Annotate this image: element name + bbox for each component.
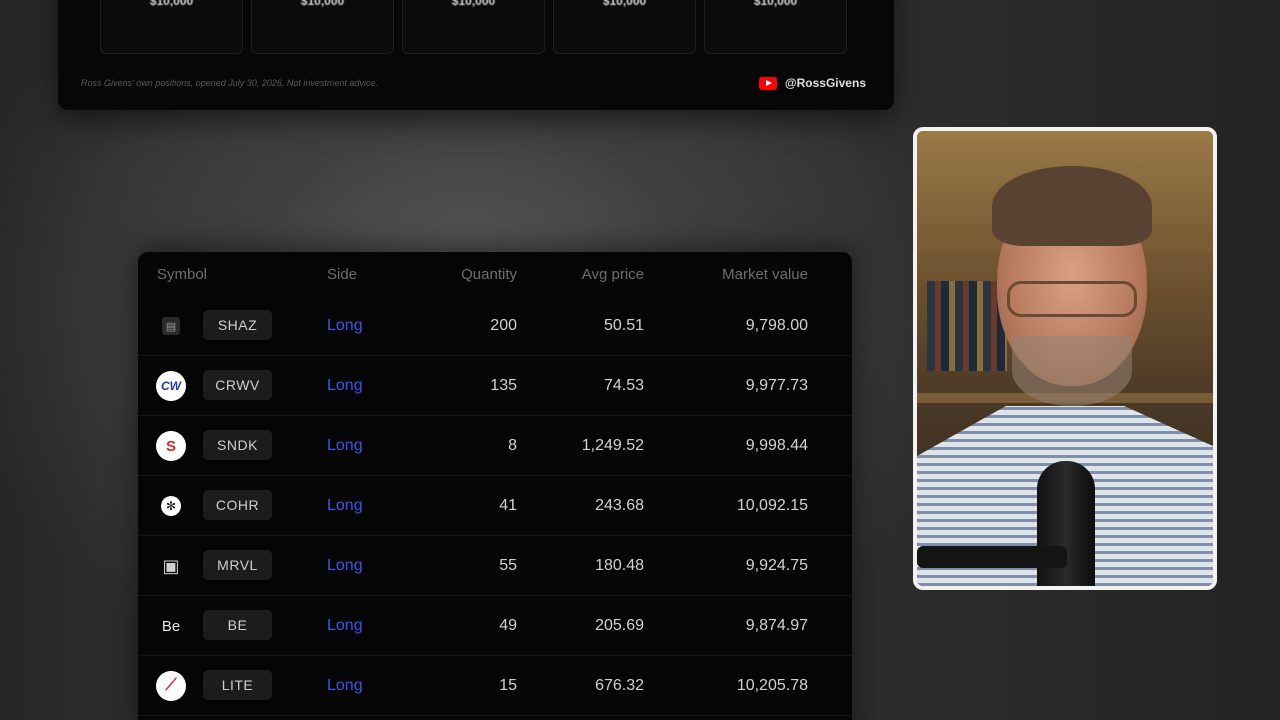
positions-table: Symbol Side Quantity Avg price Market va…: [138, 252, 852, 720]
channel-handle: @RossGivens: [784, 76, 866, 90]
quantity-value: 135: [490, 377, 517, 394]
quantity-value: 15: [499, 677, 517, 694]
microphone-arm: [917, 546, 1067, 568]
avg-price-value: 180.48: [595, 557, 644, 574]
microphone-icon: [1037, 461, 1095, 586]
ticker-badge: LITE: [203, 670, 272, 700]
table-row[interactable]: Be BE Long 49 205.69 9,874.97: [138, 596, 852, 656]
marvell-logo-icon: ▣: [162, 555, 180, 576]
table-row[interactable]: ⟋ LITE Long 15 676.32 10,205.78: [138, 656, 852, 716]
allocation-tile: $10,000: [100, 0, 243, 54]
header-avg-price: Avg price: [581, 266, 644, 283]
side-value: Long: [327, 677, 363, 694]
allocation-tile: $10,000: [251, 0, 394, 54]
sandisk-logo-icon: S: [156, 431, 186, 461]
allocation-tile: $10,000: [553, 0, 696, 54]
ticker-badge: CRWV: [203, 370, 272, 400]
side-value: Long: [327, 317, 363, 334]
market-value-value: 9,874.97: [745, 617, 808, 634]
quantity-value: 8: [508, 437, 517, 454]
ticker-badge: SHAZ: [203, 310, 272, 340]
header-market-value: Market value: [722, 266, 808, 283]
youtube-icon: [758, 76, 777, 90]
lumentum-logo-icon: ⟋: [156, 671, 186, 701]
table-row[interactable]: ✻ COHR Long 41 243.68 10,092.15: [138, 476, 852, 536]
shaz-logo-icon: ▤: [162, 317, 180, 335]
allocation-amount: $10,000: [300, 0, 345, 8]
table-row[interactable]: ▣ MRVL Long 55 180.48 9,924.75: [138, 536, 852, 596]
allocation-amount: $10,000: [451, 0, 496, 8]
presenter-hair: [992, 166, 1152, 246]
header-symbol: Symbol: [157, 266, 208, 283]
market-value-value: 10,205.78: [736, 677, 808, 694]
disclaimer-text: Ross Givens' own positions, opened July …: [81, 78, 378, 88]
quantity-value: 200: [490, 317, 517, 334]
market-value-value: 9,977.73: [745, 377, 808, 394]
side-value: Long: [327, 497, 363, 514]
side-value: Long: [327, 437, 363, 454]
market-value-value: 9,998.44: [745, 437, 808, 454]
ticker-badge: SNDK: [203, 430, 272, 460]
allocation-amount: $10,000: [602, 0, 647, 8]
quantity-value: 41: [499, 497, 517, 514]
bookshelf-books: [927, 281, 1007, 371]
avg-price-value: 74.53: [603, 377, 644, 394]
presenter-glasses: [1007, 281, 1137, 317]
header-side: Side: [327, 266, 358, 283]
side-value: Long: [327, 377, 363, 394]
table-row[interactable]: CW CRWV Long 135 74.53 9,977.73: [138, 356, 852, 416]
coreweave-logo-icon: CW: [156, 371, 186, 401]
side-value: Long: [327, 617, 363, 634]
ticker-badge: COHR: [203, 490, 272, 520]
coherent-logo-icon: ✻: [161, 496, 181, 516]
quantity-value: 55: [499, 557, 517, 574]
avg-price-value: 1,249.52: [581, 437, 644, 454]
allocation-card: $10,000 $10,000 $10,000 $10,000 $10,000 …: [58, 0, 894, 110]
youtube-channel-link[interactable]: @RossGivens: [758, 76, 866, 90]
market-value-value: 10,092.15: [736, 497, 808, 514]
allocation-amount: $10,000: [753, 0, 798, 8]
quantity-value: 49: [499, 617, 517, 634]
market-value-value: 9,798.00: [745, 317, 808, 334]
header-quantity: Quantity: [461, 266, 517, 283]
market-value-value: 9,924.75: [745, 557, 808, 574]
allocation-tile: $10,000: [402, 0, 545, 54]
bloom-energy-logo-icon: Be: [161, 617, 181, 635]
table-row[interactable]: S SNDK Long 8 1,249.52 9,998.44: [138, 416, 852, 476]
avg-price-value: 205.69: [595, 617, 644, 634]
allocation-tiles: $10,000 $10,000 $10,000 $10,000 $10,000: [100, 0, 847, 54]
presenter-beard: [1012, 336, 1132, 406]
ticker-badge: MRVL: [203, 550, 272, 580]
table-row[interactable]: ▤ SHAZ Long 200 50.51 9,798.00: [138, 296, 852, 356]
webcam-video: [913, 127, 1217, 590]
avg-price-value: 243.68: [595, 497, 644, 514]
side-value: Long: [327, 557, 363, 574]
allocation-tile: $10,000: [704, 0, 847, 54]
ticker-badge: BE: [203, 610, 272, 640]
avg-price-value: 676.32: [595, 677, 644, 694]
avg-price-value: 50.51: [603, 317, 644, 334]
allocation-amount: $10,000: [149, 0, 194, 8]
